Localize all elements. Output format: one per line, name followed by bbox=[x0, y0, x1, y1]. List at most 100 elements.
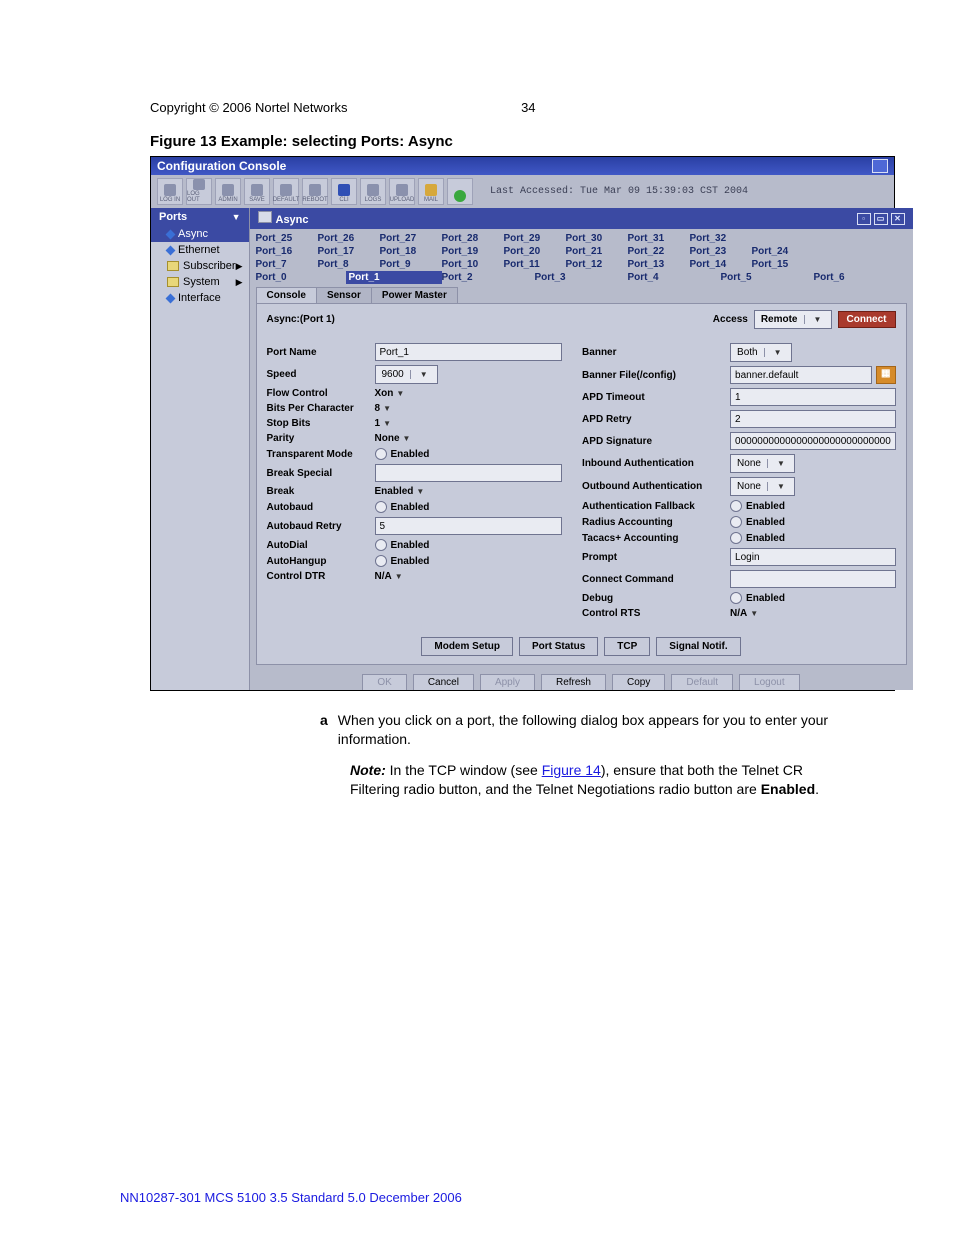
port-port_10[interactable]: Port_10 bbox=[442, 258, 504, 271]
field-tacacs-accounting[interactable]: Enabled bbox=[730, 532, 785, 544]
port-port_12[interactable]: Port_12 bbox=[566, 258, 628, 271]
radio-icon[interactable] bbox=[375, 501, 387, 513]
sub-button-port-status[interactable]: Port Status bbox=[519, 637, 598, 656]
port-port_18[interactable]: Port_18 bbox=[380, 245, 442, 258]
sub-button-modem-setup[interactable]: Modem Setup bbox=[421, 637, 513, 656]
field-inbound-authentication[interactable]: None▼ bbox=[730, 454, 795, 473]
figure-link[interactable]: Figure 14 bbox=[542, 762, 601, 778]
tab-sensor[interactable]: Sensor bbox=[316, 287, 372, 303]
field-apd-retry[interactable] bbox=[730, 410, 895, 428]
toolbar-admin-button[interactable]: ADMIN bbox=[215, 178, 241, 205]
tab-power-master[interactable]: Power Master bbox=[371, 287, 458, 303]
field-prompt[interactable] bbox=[730, 548, 895, 566]
field-bits-per-character[interactable]: 8▼ bbox=[375, 403, 391, 414]
toolbar-log in-button[interactable]: LOG IN bbox=[157, 178, 183, 205]
field-debug[interactable]: Enabled bbox=[730, 592, 785, 604]
nav-item-system[interactable]: System▶ bbox=[151, 274, 249, 290]
nav-item-ethernet[interactable]: Ethernet bbox=[151, 242, 249, 258]
port-port_26[interactable]: Port_26 bbox=[318, 232, 380, 245]
port-port_8[interactable]: Port_8 bbox=[318, 258, 380, 271]
foot-button-cancel[interactable]: Cancel bbox=[413, 674, 474, 690]
field-control-dtr[interactable]: N/A▼ bbox=[375, 571, 403, 582]
maximize-icon[interactable]: ▭ bbox=[874, 213, 888, 225]
port-port_16[interactable]: Port_16 bbox=[256, 245, 318, 258]
toolbar-help-button[interactable] bbox=[447, 178, 473, 205]
toolbar-default-button[interactable]: DEFAULT bbox=[273, 178, 299, 205]
port-port_5[interactable]: Port_5 bbox=[721, 271, 814, 284]
port-port_21[interactable]: Port_21 bbox=[566, 245, 628, 258]
port-port_9[interactable]: Port_9 bbox=[380, 258, 442, 271]
port-port_28[interactable]: Port_28 bbox=[442, 232, 504, 245]
port-port_0[interactable]: Port_0 bbox=[256, 271, 349, 284]
field-authentication-fallback[interactable]: Enabled bbox=[730, 500, 785, 512]
port-port_6[interactable]: Port_6 bbox=[814, 271, 907, 284]
access-select[interactable]: Remote▼ bbox=[754, 310, 832, 329]
radio-icon[interactable] bbox=[375, 539, 387, 551]
port-port_4[interactable]: Port_4 bbox=[628, 271, 721, 284]
window-control-icon[interactable] bbox=[872, 159, 888, 173]
radio-icon[interactable] bbox=[375, 448, 387, 460]
radio-icon[interactable] bbox=[730, 500, 742, 512]
field-autodial[interactable]: Enabled bbox=[375, 539, 430, 551]
foot-button-copy[interactable]: Copy bbox=[612, 674, 665, 690]
field-radius-accounting[interactable]: Enabled bbox=[730, 516, 785, 528]
port-port_32[interactable]: Port_32 bbox=[690, 232, 752, 245]
close-icon[interactable]: ✕ bbox=[891, 213, 905, 225]
port-port_3[interactable]: Port_3 bbox=[535, 271, 628, 284]
browse-button[interactable]: ▦ bbox=[876, 366, 895, 384]
port-port_2[interactable]: Port_2 bbox=[442, 271, 535, 284]
foot-button-refresh[interactable]: Refresh bbox=[541, 674, 606, 690]
field-apd-timeout[interactable] bbox=[730, 388, 895, 406]
field-stop-bits[interactable]: 1▼ bbox=[375, 418, 391, 429]
field-break[interactable]: Enabled▼ bbox=[375, 486, 425, 497]
field-outbound-authentication[interactable]: None▼ bbox=[730, 477, 795, 496]
port-port_31[interactable]: Port_31 bbox=[628, 232, 690, 245]
tab-console[interactable]: Console bbox=[256, 287, 317, 303]
connect-button[interactable]: Connect bbox=[838, 311, 896, 328]
nav-header[interactable]: Ports ▼ bbox=[151, 208, 249, 226]
radio-icon[interactable] bbox=[375, 555, 387, 567]
field-transparent-mode[interactable]: Enabled bbox=[375, 448, 430, 460]
toolbar-logs-button[interactable]: LOGS bbox=[360, 178, 386, 205]
input[interactable] bbox=[730, 366, 872, 384]
field-parity[interactable]: None▼ bbox=[375, 433, 411, 444]
field-speed[interactable]: 9600▼ bbox=[375, 365, 438, 384]
field-connect-command[interactable] bbox=[730, 570, 895, 588]
nav-item-subscriber[interactable]: Subscriber▶ bbox=[151, 258, 249, 274]
radio-icon[interactable] bbox=[730, 516, 742, 528]
toolbar-mail-button[interactable]: MAIL bbox=[418, 178, 444, 205]
toolbar-log out-button[interactable]: LOG OUT bbox=[186, 178, 212, 205]
field-autohangup[interactable]: Enabled bbox=[375, 555, 430, 567]
port-port_17[interactable]: Port_17 bbox=[318, 245, 380, 258]
field-autobaud[interactable]: Enabled bbox=[375, 501, 430, 513]
field-apd-signature[interactable] bbox=[730, 432, 895, 450]
field-flow-control[interactable]: Xon▼ bbox=[375, 388, 405, 399]
port-port_27[interactable]: Port_27 bbox=[380, 232, 442, 245]
field-autobaud-retry[interactable] bbox=[375, 517, 563, 535]
port-port_13[interactable]: Port_13 bbox=[628, 258, 690, 271]
minimize-icon[interactable]: ▫ bbox=[857, 213, 871, 225]
port-port_22[interactable]: Port_22 bbox=[628, 245, 690, 258]
sub-button-tcp[interactable]: TCP bbox=[604, 637, 650, 656]
port-port_7[interactable]: Port_7 bbox=[256, 258, 318, 271]
field-port-name[interactable] bbox=[375, 343, 563, 361]
field-banner[interactable]: Both▼ bbox=[730, 343, 792, 362]
port-port_25[interactable]: Port_25 bbox=[256, 232, 318, 245]
field-break-special[interactable] bbox=[375, 464, 563, 482]
toolbar-upload-button[interactable]: UPLOAD bbox=[389, 178, 415, 205]
field-control-rts[interactable]: N/A▼ bbox=[730, 608, 758, 619]
port-port_11[interactable]: Port_11 bbox=[504, 258, 566, 271]
nav-item-async[interactable]: Async bbox=[151, 226, 249, 242]
port-port_20[interactable]: Port_20 bbox=[504, 245, 566, 258]
port-port_19[interactable]: Port_19 bbox=[442, 245, 504, 258]
port-port_30[interactable]: Port_30 bbox=[566, 232, 628, 245]
port-port_23[interactable]: Port_23 bbox=[690, 245, 752, 258]
radio-icon[interactable] bbox=[730, 532, 742, 544]
toolbar-reboot-button[interactable]: REBOOT bbox=[302, 178, 328, 205]
nav-item-interface[interactable]: Interface bbox=[151, 290, 249, 306]
port-port_29[interactable]: Port_29 bbox=[504, 232, 566, 245]
toolbar-cli-button[interactable]: CLI bbox=[331, 178, 357, 205]
port-port_24[interactable]: Port_24 bbox=[752, 245, 814, 258]
port-port_15[interactable]: Port_15 bbox=[752, 258, 814, 271]
port-port_1[interactable]: Port_1 bbox=[346, 271, 442, 284]
